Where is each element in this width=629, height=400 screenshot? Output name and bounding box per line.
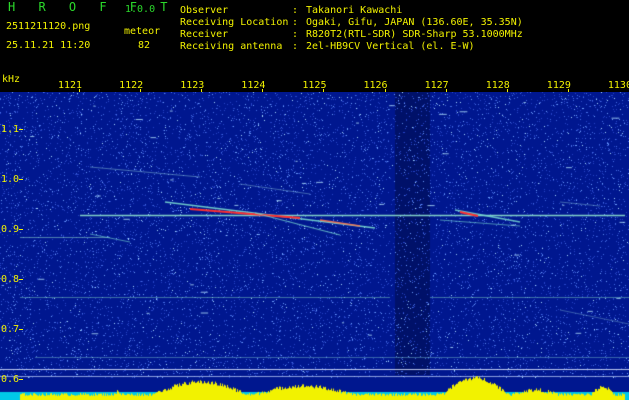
spectrogram-canvas bbox=[0, 92, 629, 400]
receiver-colon: : bbox=[292, 29, 299, 40]
y-tick-label: 0.9 bbox=[1, 224, 20, 235]
y-tick-label: 0.6 bbox=[1, 374, 20, 385]
observer-colon: : bbox=[292, 5, 299, 16]
antenna-label: Receiving antenna bbox=[180, 41, 283, 52]
y-tick-mark bbox=[19, 129, 23, 130]
header-panel: H R O F F T 1.0.0 2511211120.png 25.11.2… bbox=[0, 0, 629, 74]
y-tick-label: 0.8 bbox=[1, 274, 20, 285]
x-tick-label: 1130 bbox=[607, 80, 629, 91]
y-tick-mark bbox=[19, 329, 23, 330]
timestamp-label: 25.11.21 11:20 bbox=[6, 40, 91, 51]
detection-count: 82 bbox=[138, 40, 151, 51]
filename-label: 2511211120.png bbox=[6, 21, 91, 32]
antenna-value: 2el-HB9CV Vertical (el. E-W) bbox=[306, 41, 475, 52]
y-tick-mark bbox=[19, 279, 23, 280]
app-version: 1.0.0 bbox=[125, 4, 156, 15]
y-tick-mark bbox=[19, 229, 23, 230]
location-label: Receiving Location bbox=[180, 17, 289, 28]
observer-value: Takanori Kawachi bbox=[306, 5, 403, 16]
receiver-value: R820T2(RTL-SDR) SDR-Sharp 53.1000MHz bbox=[306, 29, 523, 40]
y-tick-label: 1.1 bbox=[1, 124, 20, 135]
y-tick-label: 1.0 bbox=[1, 174, 20, 185]
y-tick-label: 0.7 bbox=[1, 324, 20, 335]
observer-label: Observer bbox=[180, 5, 229, 16]
y-tick-mark bbox=[19, 379, 23, 380]
detection-type-label: meteor bbox=[124, 26, 161, 37]
time-axis: 1121 1122 1123 1124 1125 1126 1127 1128 1129 1130 bbox=[0, 80, 629, 92]
location-value: Ogaki, Gifu, JAPAN (136.60E, 35.35N) bbox=[306, 17, 523, 28]
spectrogram-plot: 1.1 1.0 0.9 0.8 0.7 0.6 bbox=[0, 92, 629, 400]
location-colon: : bbox=[292, 17, 299, 28]
antenna-colon: : bbox=[292, 41, 299, 52]
y-tick-mark bbox=[19, 179, 23, 180]
receiver-label: Receiver bbox=[180, 29, 229, 40]
